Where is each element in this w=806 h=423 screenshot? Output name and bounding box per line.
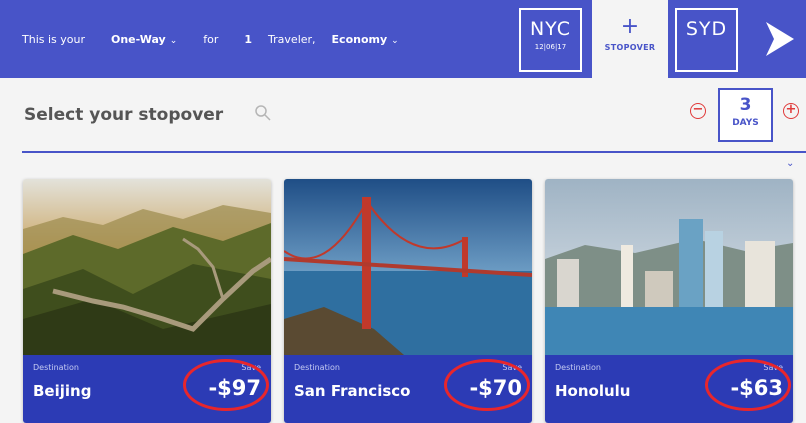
golden-gate-photo [284, 179, 532, 355]
honolulu-skyline-photo [545, 179, 793, 355]
trip-summary: This is your One-Way ⌄ for 1 Traveler, Eco… [22, 33, 399, 46]
destination-city: Honolulu [555, 382, 631, 400]
highlight-circle [705, 359, 791, 411]
cabin-class-dropdown[interactable]: Economy ⌄ [332, 33, 399, 46]
search-icon[interactable] [254, 104, 272, 122]
increase-days-button[interactable]: + [783, 103, 799, 119]
trip-type-dropdown[interactable]: One-Way ⌄ [111, 33, 177, 46]
destination-city-button[interactable]: SYD [675, 8, 738, 72]
trip-prefix: This is your [22, 33, 85, 46]
page-title: Select your stopover [24, 105, 224, 125]
destination-label: Destination [294, 363, 340, 372]
tab-stopover[interactable]: + STOPOVER [592, 0, 668, 78]
top-bar: This is your One-Way ⌄ for 1 Traveler, Eco… [0, 0, 806, 78]
chevron-down-icon: ⌄ [169, 36, 178, 46]
card-footer: Destination Save Beijing -$97 [23, 355, 271, 423]
days-counter: 3 DAYS [718, 88, 773, 142]
great-wall-photo [23, 179, 271, 355]
divider [22, 151, 806, 153]
highlight-circle [444, 359, 530, 411]
for-label: for [203, 33, 219, 46]
card-footer: Destination Save Honolulu -$63 [545, 355, 793, 423]
days-value: 3 [739, 95, 752, 115]
decrease-days-button[interactable]: − [690, 103, 706, 119]
card-footer: Destination Save San Francisco -$70 [284, 355, 532, 423]
stopover-tab-label: STOPOVER [604, 43, 656, 52]
chevron-down-icon: ⌄ [391, 36, 399, 46]
destination-label: Destination [555, 363, 601, 372]
destination-card-beijing[interactable]: Destination Save Beijing -$97 [23, 179, 271, 423]
chevron-down-icon[interactable]: ⌄ [786, 158, 794, 169]
origin-city-button[interactable]: NYC 12|06|17 [519, 8, 582, 72]
days-unit: DAYS [732, 118, 759, 128]
trip-type-value: One-Way [111, 33, 166, 46]
destination-label: Destination [33, 363, 79, 372]
destination-city: San Francisco [294, 382, 411, 400]
destination-city: Beijing [33, 382, 92, 400]
origin-date: 12|06|17 [534, 43, 567, 51]
cabin-class-value: Economy [331, 33, 388, 46]
destination-code: SYD [685, 18, 728, 40]
destination-card-san-francisco[interactable]: Destination Save San Francisco -$70 [284, 179, 532, 423]
plus-icon: + [620, 14, 640, 39]
travelers-label: Traveler, [268, 33, 316, 46]
origin-code: NYC [529, 18, 572, 40]
travelers-count: 1 [244, 33, 253, 46]
travelers-dropdown[interactable]: 1 Traveler, [244, 33, 315, 46]
next-arrow-icon[interactable] [760, 18, 798, 60]
destination-card-honolulu[interactable]: Destination Save Honolulu -$63 [545, 179, 793, 423]
highlight-circle [183, 359, 269, 411]
